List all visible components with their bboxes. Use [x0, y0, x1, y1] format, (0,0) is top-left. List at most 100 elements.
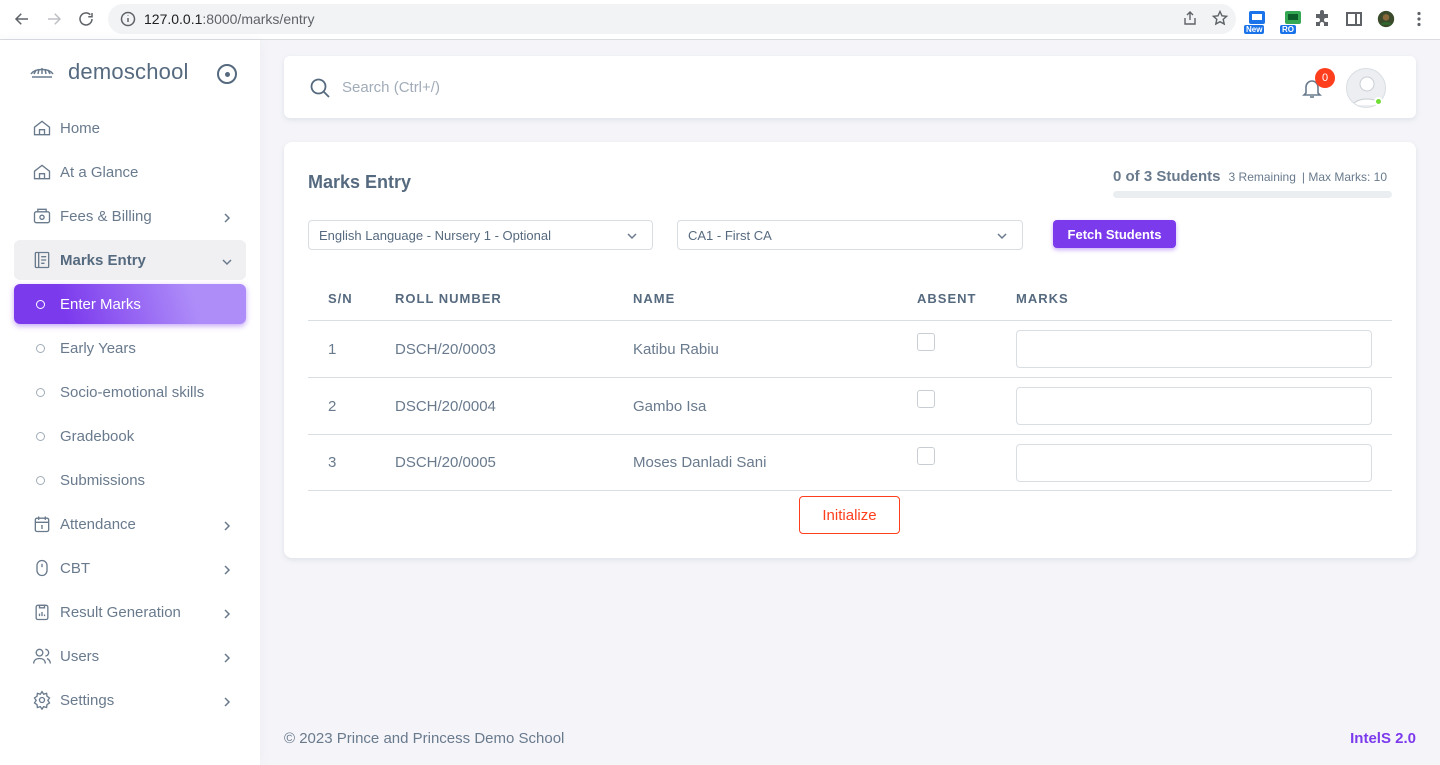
chevron-down-icon [626, 230, 638, 242]
back-icon[interactable] [11, 8, 33, 30]
assessment-select[interactable]: CA1 - First CA [677, 220, 1023, 250]
sidebar-item-label: Enter Marks [60, 295, 141, 313]
cell-name: Gambo Isa [633, 397, 707, 415]
bullet-icon [36, 475, 45, 485]
sidebar-subitem-submissions[interactable]: Submissions [14, 460, 246, 500]
absent-checkbox[interactable] [917, 390, 935, 408]
sidebar-item-label: Fees & Billing [60, 207, 152, 225]
sidebar-item-label: Gradebook [60, 427, 135, 445]
chevron-down-icon [222, 254, 232, 266]
address-bar[interactable]: 127.0.0.1:8000/marks/entry [108, 4, 1236, 34]
progress-remaining: 3 Remaining [1228, 170, 1296, 184]
chevron-right-icon [222, 606, 232, 619]
sidebar-item-settings[interactable]: Settings [14, 680, 246, 720]
progress-count: 0 of 3 Students [1113, 168, 1221, 185]
bullet-icon [36, 387, 45, 397]
footer-brand-link[interactable]: IntelS 2.0 [1350, 730, 1416, 747]
brand-name: demoschool [68, 59, 189, 84]
mouse-icon [32, 558, 52, 578]
table-row: 1 DSCH/20/0003 Katibu Rabiu [308, 321, 1392, 378]
sidebar-item-label: Early Years [60, 339, 136, 357]
chevron-right-icon [222, 210, 232, 223]
initialize-button[interactable]: Initialize [799, 496, 900, 534]
sidebar-item-label: Socio-emotional skills [60, 383, 205, 401]
marks-input[interactable] [1016, 330, 1372, 368]
extension-badge: RO [1280, 25, 1296, 34]
column-header-marks: MARKS [1016, 290, 1069, 306]
wallet-icon [32, 206, 52, 226]
sidebar-item-home[interactable]: Home [14, 108, 246, 148]
cell-roll-number: DSCH/20/0004 [395, 397, 496, 415]
notification-count-badge: 0 [1315, 68, 1335, 88]
cell-name: Katibu Rabiu [633, 340, 719, 358]
users-icon [32, 646, 52, 666]
column-header-absent: ABSENT [917, 290, 977, 306]
cell-sn: 2 [328, 397, 337, 415]
sidebar-item-users[interactable]: Users [14, 636, 246, 676]
search-icon[interactable] [308, 76, 332, 100]
subject-select[interactable]: English Language - Nursery 1 - Optional [308, 220, 653, 250]
sidebar-toggle-icon[interactable] [217, 64, 237, 84]
site-info-icon[interactable] [120, 11, 136, 27]
puzzle-icon[interactable] [1311, 8, 1333, 30]
assessment-select-value: CA1 - First CA [688, 227, 772, 243]
progress-summary: 0 of 3 Students 3 Remaining | Max Marks:… [1113, 168, 1392, 198]
chevron-down-icon [996, 230, 1008, 242]
sidebar-subitem-early-years[interactable]: Early Years [14, 328, 246, 368]
side-panel-icon[interactable] [1343, 8, 1365, 30]
sidebar-menu: Home At a Glance Fees & Billing Marks En… [14, 108, 246, 724]
chevron-right-icon [222, 694, 232, 707]
chevron-right-icon [222, 650, 232, 663]
share-icon[interactable] [1182, 10, 1198, 31]
marks-input[interactable] [1016, 387, 1372, 425]
cell-roll-number: DSCH/20/0005 [395, 454, 496, 471]
bullet-icon [36, 343, 45, 353]
absent-checkbox[interactable] [917, 333, 935, 351]
marks-input[interactable] [1016, 444, 1372, 482]
bullet-icon [36, 299, 45, 309]
absent-checkbox[interactable] [917, 447, 935, 465]
max-marks: | Max Marks: 10 [1301, 170, 1388, 184]
brand[interactable]: demoschool [28, 58, 189, 86]
table-row: 3 DSCH/20/0005 Moses Danladi Sani [308, 435, 1392, 491]
kebab-menu-icon[interactable] [1408, 8, 1430, 30]
subject-select-value: English Language - Nursery 1 - Optional [319, 227, 551, 243]
sidebar-subitem-enter-marks[interactable]: Enter Marks [14, 284, 246, 324]
bookmark-star-icon[interactable] [1211, 9, 1229, 31]
sidebar-item-result-generation[interactable]: Result Generation [14, 592, 246, 632]
forward-icon[interactable] [43, 8, 65, 30]
cell-sn: 3 [328, 454, 337, 471]
sidebar-item-marks-entry[interactable]: Marks Entry [14, 240, 246, 280]
progress-bar [1113, 191, 1392, 198]
reload-icon[interactable] [75, 8, 97, 30]
extension-icon[interactable]: New [1244, 8, 1268, 34]
sidebar-item-label: Users [60, 647, 100, 665]
profile-avatar-icon[interactable] [1375, 8, 1397, 30]
top-navbar: 0 [284, 56, 1416, 118]
column-header-roll-number: ROLL NUMBER [395, 290, 502, 306]
sidebar-item-label: CBT [60, 559, 90, 577]
cell-roll-number: DSCH/20/0003 [395, 340, 496, 358]
table-header: S/N ROLL NUMBER NAME ABSENT MARKS [308, 276, 1392, 321]
sidebar-item-label: Submissions [60, 471, 146, 489]
browser-toolbar: 127.0.0.1:8000/marks/entry New RO [0, 0, 1440, 40]
sidebar-subitem-socio-emotional-skills[interactable]: Socio-emotional skills [14, 372, 246, 412]
fetch-students-button[interactable]: Fetch Students [1053, 220, 1176, 248]
sidebar-item-label: Settings [60, 691, 115, 709]
sidebar-item-label: Home [60, 119, 101, 137]
school-logo-icon [28, 58, 56, 86]
online-status-indicator [1374, 97, 1383, 106]
table-row: 2 DSCH/20/0004 Gambo Isa [308, 378, 1392, 435]
sidebar-item-fees-billing[interactable]: Fees & Billing [14, 196, 246, 236]
page-title: Marks Entry [308, 172, 412, 192]
sidebar-subitem-gradebook[interactable]: Gradebook [14, 416, 246, 456]
extension-badge: New [1244, 25, 1265, 34]
sidebar-item-at-a-glance[interactable]: At a Glance [14, 152, 246, 192]
extension-icon[interactable]: RO [1280, 8, 1304, 34]
sidebar-item-cbt[interactable]: CBT [14, 548, 246, 588]
marks-entry-card: Marks Entry 0 of 3 Students 3 Remaining … [284, 142, 1416, 558]
sidebar-item-label: Attendance [60, 515, 136, 533]
search-input[interactable] [342, 74, 842, 100]
sidebar-item-attendance[interactable]: Attendance [14, 504, 246, 544]
home-icon [32, 162, 52, 182]
